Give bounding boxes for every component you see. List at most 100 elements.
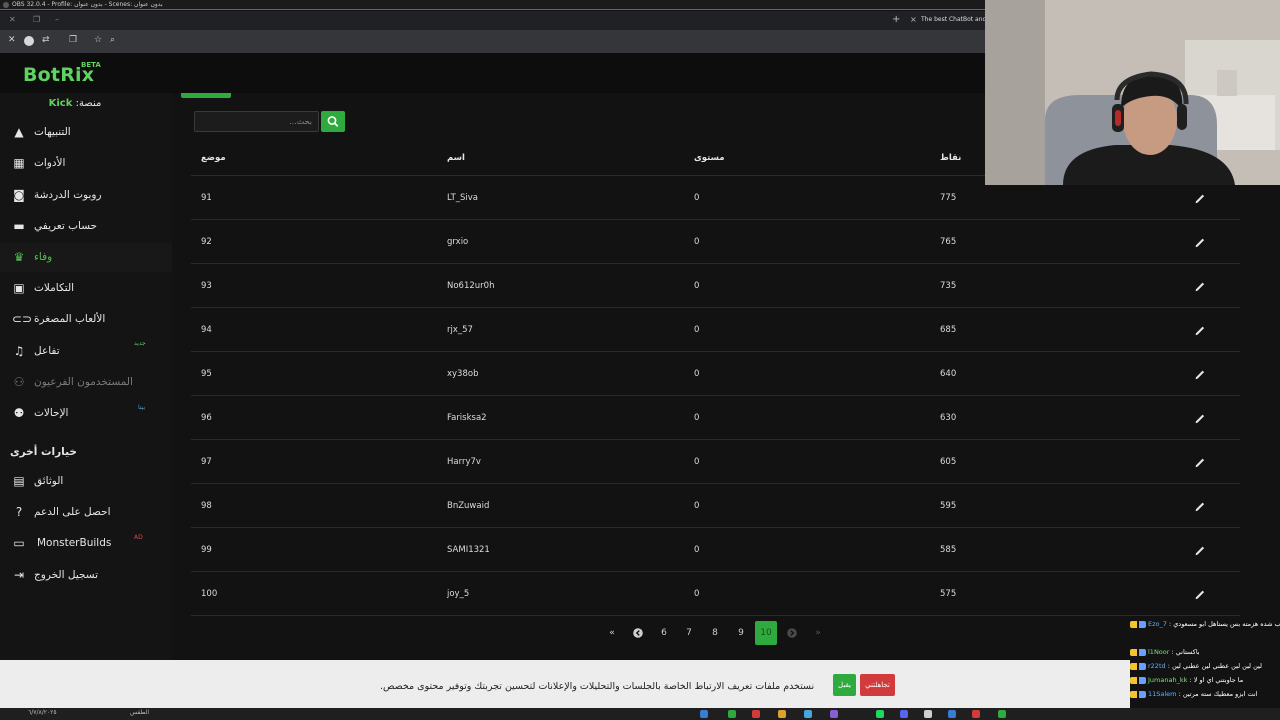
edit-button[interactable] xyxy=(1193,234,1207,248)
taskbar-app-icon[interactable] xyxy=(830,710,838,718)
current-page-button[interactable]: 10 xyxy=(755,621,777,645)
edit-button[interactable] xyxy=(1193,454,1207,468)
edit-button[interactable] xyxy=(1193,542,1207,556)
taskbar-app-icon[interactable] xyxy=(924,710,932,718)
webcam-overlay xyxy=(985,0,1280,185)
sidebar-item-logout[interactable]: ⇥ تسجيل الخروج xyxy=(0,561,172,590)
next-page-button[interactable] xyxy=(781,621,803,645)
edit-button[interactable] xyxy=(1193,498,1207,512)
edit-button[interactable] xyxy=(1193,366,1207,380)
sidebar-item-subusers[interactable]: ⚇ المستخدمون الفرعيون xyxy=(0,368,172,397)
column-header-position[interactable]: موضع xyxy=(201,153,226,163)
leaderboard-table: موضع اسم مستوى نقاط 91 LT_Siva 0 775 92 grxio… xyxy=(191,141,1240,616)
taskbar-app-icon[interactable] xyxy=(804,710,812,718)
column-header-points[interactable]: نقاط xyxy=(940,153,961,163)
chat-username: Jumanah_kk xyxy=(1148,676,1188,684)
sidebar-item-docs[interactable]: ▤ الوثائق xyxy=(0,467,172,496)
column-header-name[interactable]: اسم xyxy=(447,153,465,163)
taskbar-app-icon[interactable] xyxy=(700,710,708,718)
previous-page-button[interactable] xyxy=(627,621,649,645)
sidebar-item-chatbot[interactable]: ◙ روبوت الدردشة xyxy=(0,181,172,210)
edit-button[interactable] xyxy=(1193,410,1207,424)
pencil-icon xyxy=(1195,370,1205,380)
sidebar-item-label: تفاعل xyxy=(34,345,60,357)
sidebar-item-tools[interactable]: ▦ الأدوات xyxy=(0,149,172,178)
sidebar-item-monsterbuilds[interactable]: ▭ MonsterBuilds AD xyxy=(0,529,172,558)
edit-button[interactable] xyxy=(1193,190,1207,204)
window-close-icon[interactable]: ✕ xyxy=(9,15,16,24)
taskbar-app-icon[interactable] xyxy=(948,710,956,718)
translate-icon[interactable]: ⇄ xyxy=(42,35,50,45)
sidebar-item-label: تسجيل الخروج xyxy=(34,569,99,581)
alert-icon: ▲ xyxy=(14,125,24,139)
plug-icon: ▣ xyxy=(13,281,25,295)
browser-tab-strip: ✕ ❐ – + × The best ChatBot and W xyxy=(0,11,985,30)
chat-text: ما جاوبتني اي او لا xyxy=(1193,676,1244,684)
taskbar-app-icon[interactable] xyxy=(778,710,786,718)
taskbar-app-icon[interactable] xyxy=(876,710,884,718)
edit-button[interactable] xyxy=(1193,278,1207,292)
table-row: 97 Harry7v 0 605 xyxy=(191,440,1240,484)
chat-text: انت ابزو معطيك سته مرتين xyxy=(1182,690,1258,698)
cookie-accept-button[interactable]: يقبل xyxy=(833,674,856,696)
first-page-button[interactable]: « xyxy=(601,621,623,645)
search-input[interactable] xyxy=(194,111,319,132)
sidebar-item-alerts[interactable]: ▲ التنبيهات xyxy=(0,118,172,147)
cell-points: 630 xyxy=(940,413,957,423)
chat-overlay: Ezo_7 : ابو العب شده هزمته بس يستاهل ابو… xyxy=(1128,618,1280,720)
page-button[interactable]: 7 xyxy=(678,621,700,645)
taskbar-app-icon[interactable] xyxy=(998,710,1006,718)
page-button[interactable]: 6 xyxy=(653,621,675,645)
obs-logo-icon xyxy=(3,2,9,8)
cell-level: 0 xyxy=(694,413,700,423)
close-tab-button[interactable]: × xyxy=(910,15,917,24)
browser-tab-title[interactable]: The best ChatBot and W xyxy=(921,16,985,23)
chat-badge-icon xyxy=(1130,676,1146,684)
close-icon[interactable]: ✕ xyxy=(8,35,16,45)
cell-points: 585 xyxy=(940,545,957,555)
sidebar-item-label: التنبيهات xyxy=(34,126,71,138)
referrals-icon: ⚉ xyxy=(13,406,25,420)
sidebar-item-label: الوثائق xyxy=(34,475,64,487)
page-button[interactable]: 9 xyxy=(730,621,752,645)
sidebar-item-loyalty[interactable]: ♛ وفاء xyxy=(0,243,172,272)
last-page-button[interactable]: » xyxy=(807,621,829,645)
active-tab-indicator xyxy=(181,93,231,98)
edit-button[interactable] xyxy=(1193,322,1207,336)
taskbar-app-icon[interactable] xyxy=(752,710,760,718)
table-row: 98 BnZuwaid 0 595 xyxy=(191,484,1240,528)
taskbar-app-icon[interactable] xyxy=(972,710,980,718)
book-icon: ▤ xyxy=(13,474,25,488)
copy-icon[interactable]: ❐ xyxy=(69,35,77,45)
page-button[interactable]: 8 xyxy=(704,621,726,645)
new-tab-button[interactable]: + xyxy=(892,14,900,25)
bookmark-star-icon[interactable]: ☆ xyxy=(94,35,102,45)
cell-name: Farisksa2 xyxy=(447,413,487,423)
cell-position: 92 xyxy=(201,237,212,247)
sidebar-item-support[interactable]: ? احصل على الدعم xyxy=(0,498,172,527)
taskbar-weather[interactable]: الطقس xyxy=(130,709,149,716)
webcam-feed-image xyxy=(985,0,1280,185)
profile-icon[interactable] xyxy=(24,36,34,46)
zoom-icon[interactable]: ⌕ xyxy=(110,35,115,45)
chat-badge-icon xyxy=(1130,690,1146,698)
window-minimize-icon[interactable]: – xyxy=(55,15,59,24)
obs-title: OBS 32.0.4 - Profile: بدون عنوان - Scene… xyxy=(12,1,163,8)
search-button[interactable] xyxy=(321,111,345,132)
column-header-level[interactable]: مستوى xyxy=(694,153,725,163)
sidebar-item-profile[interactable]: ▬ حساب تعريفي xyxy=(0,212,172,241)
search-icon xyxy=(327,116,339,127)
cell-name: SAMI1321 xyxy=(447,545,490,555)
taskbar-app-icon[interactable] xyxy=(900,710,908,718)
taskbar-app-icon[interactable] xyxy=(728,710,736,718)
window-restore-icon[interactable]: ❐ xyxy=(33,15,40,24)
other-options-title: خيارات أخرى xyxy=(10,446,77,458)
sidebar-item-integrations[interactable]: ▣ التكاملات xyxy=(0,274,172,303)
edit-button[interactable] xyxy=(1193,586,1207,600)
sidebar-item-minigames[interactable]: ⊂⊃ الألعاب المصغرة xyxy=(0,305,172,334)
laptop-icon: ▭ xyxy=(13,536,25,550)
pencil-icon xyxy=(1195,458,1205,468)
cookie-ignore-button[interactable]: تجاهلتني xyxy=(860,674,895,696)
sidebar-item-interaction[interactable]: ♫ تفاعل جديد xyxy=(0,337,172,366)
sidebar-item-referrals[interactable]: ⚉ الإحالات بيتا xyxy=(0,399,172,428)
